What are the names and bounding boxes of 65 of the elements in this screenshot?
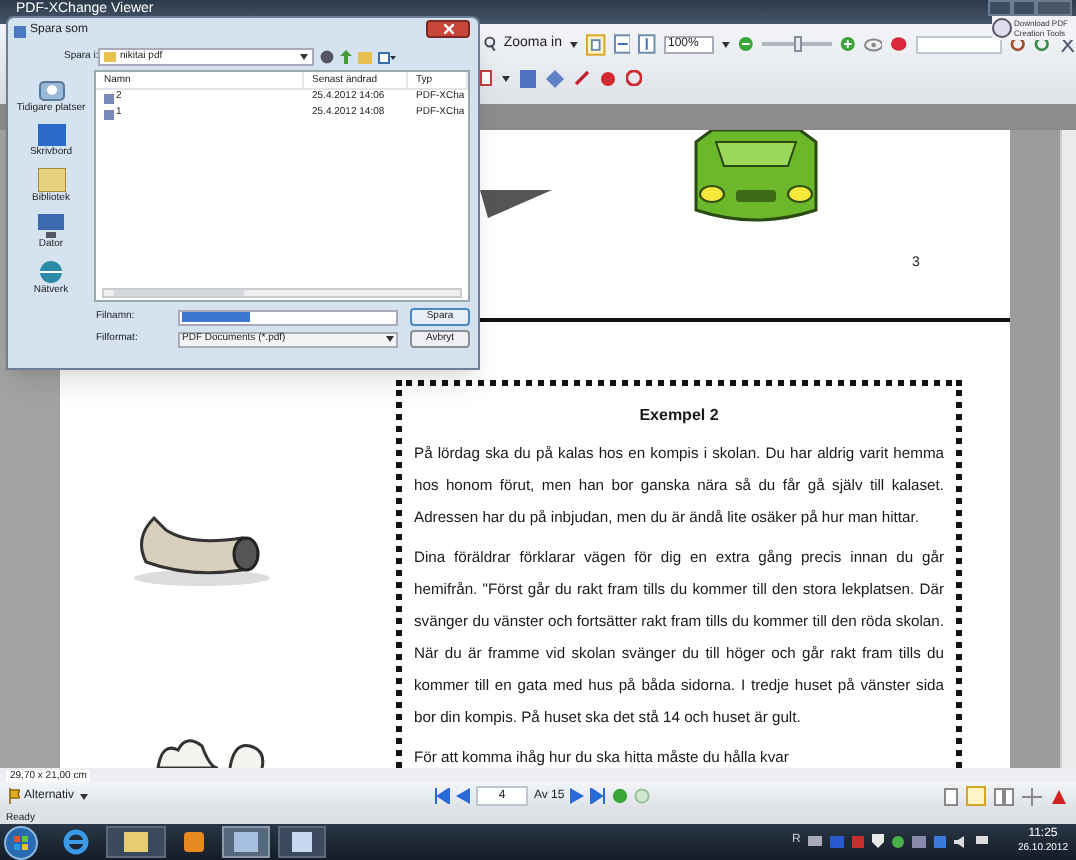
document-icon[interactable] bbox=[520, 69, 536, 87]
last-page-icon[interactable] bbox=[590, 788, 607, 804]
zoom-out-icon[interactable] bbox=[738, 36, 754, 52]
dialog-taskbar-button[interactable] bbox=[278, 826, 326, 858]
search-icon[interactable] bbox=[1009, 35, 1027, 53]
rectangle-icon[interactable] bbox=[480, 70, 492, 86]
keyboard-icon[interactable] bbox=[808, 836, 823, 846]
folder-icon bbox=[104, 52, 116, 62]
zoom-icon bbox=[484, 36, 496, 52]
single-page-icon[interactable] bbox=[944, 787, 958, 805]
first-page-icon[interactable] bbox=[434, 788, 450, 804]
browser-icon[interactable] bbox=[62, 828, 90, 856]
window-icon bbox=[292, 832, 312, 852]
zoom-in-icon[interactable] bbox=[839, 36, 856, 52]
folder-taskbar-button[interactable] bbox=[106, 826, 166, 858]
viewer-app-icon bbox=[234, 832, 258, 852]
pdf-icon[interactable] bbox=[1050, 787, 1068, 805]
undo-icon[interactable] bbox=[600, 69, 616, 87]
eye-icon[interactable] bbox=[863, 37, 883, 51]
monitor-icon[interactable] bbox=[830, 835, 845, 847]
stamp-icon[interactable] bbox=[546, 69, 564, 87]
dialog-icon bbox=[14, 25, 26, 37]
viewer-taskbar-button[interactable] bbox=[222, 826, 270, 858]
next-page-icon[interactable] bbox=[570, 788, 585, 804]
caret-icon bbox=[300, 54, 308, 60]
speaker-icon[interactable] bbox=[954, 835, 969, 847]
up-folder-icon[interactable] bbox=[340, 50, 352, 64]
example-title: Exempel 2 bbox=[637, 406, 721, 426]
fit-page-icon[interactable] bbox=[638, 34, 656, 54]
caret-icon[interactable] bbox=[502, 75, 510, 81]
stop-icon[interactable] bbox=[890, 36, 909, 52]
stop-icon[interactable] bbox=[626, 70, 642, 86]
grid-pages-icon[interactable] bbox=[1022, 787, 1042, 805]
search-next-icon[interactable] bbox=[1034, 35, 1053, 53]
caret-icon[interactable] bbox=[722, 41, 731, 47]
forward-icon[interactable] bbox=[612, 788, 629, 804]
back-icon[interactable] bbox=[320, 50, 334, 64]
recent-places-icon bbox=[37, 78, 65, 102]
slider-thumb[interactable] bbox=[793, 36, 802, 52]
triangle-shape bbox=[480, 190, 552, 218]
horn-drawing bbox=[130, 510, 274, 590]
facing-pages-icon[interactable] bbox=[994, 787, 1014, 805]
scissors-icon[interactable] bbox=[1060, 35, 1076, 53]
close-icon bbox=[443, 24, 453, 34]
computer-icon bbox=[38, 214, 64, 238]
search-field[interactable] bbox=[916, 35, 1002, 53]
library-icon bbox=[37, 168, 65, 192]
scrollbar[interactable] bbox=[1060, 130, 1076, 768]
pencil-icon[interactable] bbox=[574, 70, 590, 86]
page-icon[interactable] bbox=[585, 33, 606, 55]
start-button[interactable] bbox=[4, 825, 38, 859]
shield-icon[interactable] bbox=[872, 834, 885, 848]
previous-page-icon[interactable] bbox=[456, 788, 470, 804]
folder-icon bbox=[124, 832, 148, 852]
caret-icon[interactable] bbox=[80, 793, 89, 799]
caret-icon bbox=[386, 336, 394, 342]
fit-width-icon[interactable] bbox=[613, 34, 631, 54]
horizontal-scrollbar[interactable] bbox=[102, 288, 462, 298]
download-icon[interactable] bbox=[992, 18, 1012, 38]
caret-icon[interactable] bbox=[570, 41, 578, 47]
media-player-icon bbox=[184, 832, 204, 852]
text-selection bbox=[182, 312, 250, 322]
view-menu-icon[interactable] bbox=[378, 51, 396, 63]
filename-field[interactable] bbox=[178, 309, 398, 325]
desktop-icon bbox=[37, 124, 65, 146]
